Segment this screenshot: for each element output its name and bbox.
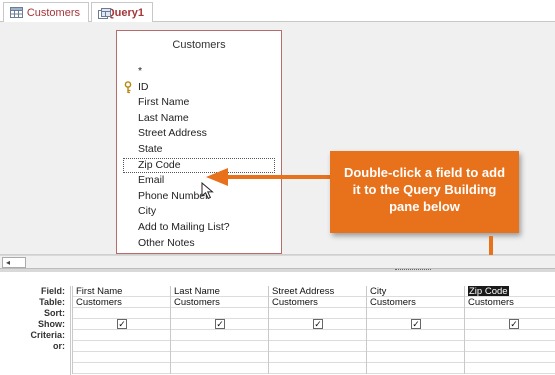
grid-table-cell[interactable]: Customers xyxy=(171,297,268,308)
field-item-id[interactable]: ID xyxy=(123,80,275,96)
grid-column[interactable]: First Name Customers ✓ xyxy=(72,286,170,374)
grid-table-cell[interactable]: Customers xyxy=(465,297,555,308)
tab-query1[interactable]: Query1 xyxy=(91,2,153,23)
tab-customers-label: Customers xyxy=(26,6,80,19)
field-list-title: Customers xyxy=(172,39,226,51)
grid-sort-cell[interactable] xyxy=(465,308,555,319)
grid-column[interactable]: City Customers ✓ xyxy=(366,286,464,374)
grid-show-cell[interactable]: ✓ xyxy=(367,319,464,330)
key-icon xyxy=(124,80,136,95)
row-label-sort: Sort: xyxy=(44,308,65,318)
row-label-show: Show: xyxy=(38,319,65,329)
field-item-all[interactable]: * xyxy=(123,64,275,80)
grid-empty-cell[interactable] xyxy=(269,363,366,374)
row-label-criteria: Criteria: xyxy=(30,330,65,340)
grid-field-selected-text: Zip Code xyxy=(468,286,509,297)
tab-query1-label: Query1 xyxy=(106,7,144,19)
table-icon xyxy=(10,7,23,18)
grid-field-cell[interactable]: First Name xyxy=(73,286,170,297)
show-checkbox[interactable]: ✓ xyxy=(215,319,225,329)
grid-empty-cell[interactable] xyxy=(367,352,464,363)
grid-column[interactable]: Street Address Customers ✓ xyxy=(268,286,366,374)
query-icon xyxy=(98,7,111,19)
grid-empty-cell[interactable] xyxy=(73,363,170,374)
grid-or-cell[interactable] xyxy=(269,341,366,352)
field-item-add-to-mailing-list[interactable]: Add to Mailing List? xyxy=(123,220,275,236)
field-item-last-name[interactable]: Last Name xyxy=(123,111,275,127)
grid-empty-cell[interactable] xyxy=(367,363,464,374)
grid-show-cell[interactable]: ✓ xyxy=(465,319,555,330)
grid-criteria-cell[interactable] xyxy=(465,330,555,341)
grid-empty-cell[interactable] xyxy=(465,363,555,374)
row-label-field: Field: xyxy=(41,286,65,296)
grid-show-cell[interactable]: ✓ xyxy=(269,319,366,330)
show-checkbox[interactable]: ✓ xyxy=(411,319,421,329)
grid-field-cell[interactable]: Last Name xyxy=(171,286,268,297)
field-list: * ID First Name Last Name Street Address… xyxy=(123,64,275,251)
grid-sort-cell[interactable] xyxy=(269,308,366,319)
grid-column[interactable]: Last Name Customers ✓ xyxy=(170,286,268,374)
document-tab-bar: Customers Query1 xyxy=(0,0,555,23)
callout-arrow-left-icon xyxy=(206,168,336,186)
grid-or-cell[interactable] xyxy=(465,341,555,352)
grid-criteria-cell[interactable] xyxy=(73,330,170,341)
grid-empty-cell[interactable] xyxy=(171,363,268,374)
grid-empty-cell[interactable] xyxy=(73,352,170,363)
grid-table-cell[interactable]: Customers xyxy=(73,297,170,308)
show-checkbox[interactable]: ✓ xyxy=(509,319,519,329)
grid-criteria-cell[interactable] xyxy=(367,330,464,341)
grid-field-cell[interactable]: Zip Code xyxy=(465,286,555,297)
grid-empty-cell[interactable] xyxy=(465,352,555,363)
query-building-grid: Field: Table: Sort: Show: Criteria: or: … xyxy=(0,272,555,375)
grid-sort-cell[interactable] xyxy=(367,308,464,319)
grid-row-labels: Field: Table: Sort: Show: Criteria: or: xyxy=(0,286,70,352)
grid-show-cell[interactable]: ✓ xyxy=(73,319,170,330)
instruction-callout: Double-click a field to add it to the Qu… xyxy=(330,151,519,233)
grid-show-cell[interactable]: ✓ xyxy=(171,319,268,330)
callout-text: Double-click a field to add it to the Qu… xyxy=(343,165,506,214)
field-item-street-address[interactable]: Street Address xyxy=(123,126,275,142)
grid-field-cell[interactable]: City xyxy=(367,286,464,297)
show-checkbox[interactable]: ✓ xyxy=(117,319,127,329)
grid-table-cell[interactable]: Customers xyxy=(269,297,366,308)
grid-field-cell[interactable]: Street Address xyxy=(269,286,366,297)
field-item-state[interactable]: State xyxy=(123,142,275,158)
field-item-other-notes[interactable]: Other Notes xyxy=(123,236,275,252)
grid-sort-cell[interactable] xyxy=(171,308,268,319)
field-item-first-name[interactable]: First Name xyxy=(123,95,275,111)
query-design-pane: Customers * ID First Name Last Name Stre… xyxy=(0,22,555,302)
grid-or-cell[interactable] xyxy=(73,341,170,352)
row-label-table: Table: xyxy=(39,297,65,307)
grid-or-cell[interactable] xyxy=(367,341,464,352)
field-item-phone-number[interactable]: Phone Number xyxy=(123,189,275,205)
grid-criteria-cell[interactable] xyxy=(269,330,366,341)
grid-sort-cell[interactable] xyxy=(73,308,170,319)
field-item-city[interactable]: City xyxy=(123,204,275,220)
row-label-or: or: xyxy=(53,341,65,351)
show-checkbox[interactable]: ✓ xyxy=(313,319,323,329)
grid-table-cell[interactable]: Customers xyxy=(367,297,464,308)
customers-field-list[interactable]: Customers * ID First Name Last Name Stre… xyxy=(116,30,282,254)
grid-empty-cell[interactable] xyxy=(171,352,268,363)
scroll-left-icon[interactable]: ◂ xyxy=(2,257,26,268)
grid-empty-cell[interactable] xyxy=(269,352,366,363)
grid-or-cell[interactable] xyxy=(171,341,268,352)
tab-customers[interactable]: Customers xyxy=(3,2,89,22)
design-pane-scrollbar[interactable]: ◂ xyxy=(0,255,555,268)
grid-criteria-cell[interactable] xyxy=(171,330,268,341)
grid-column[interactable]: Zip Code Customers ✓ xyxy=(464,286,555,374)
